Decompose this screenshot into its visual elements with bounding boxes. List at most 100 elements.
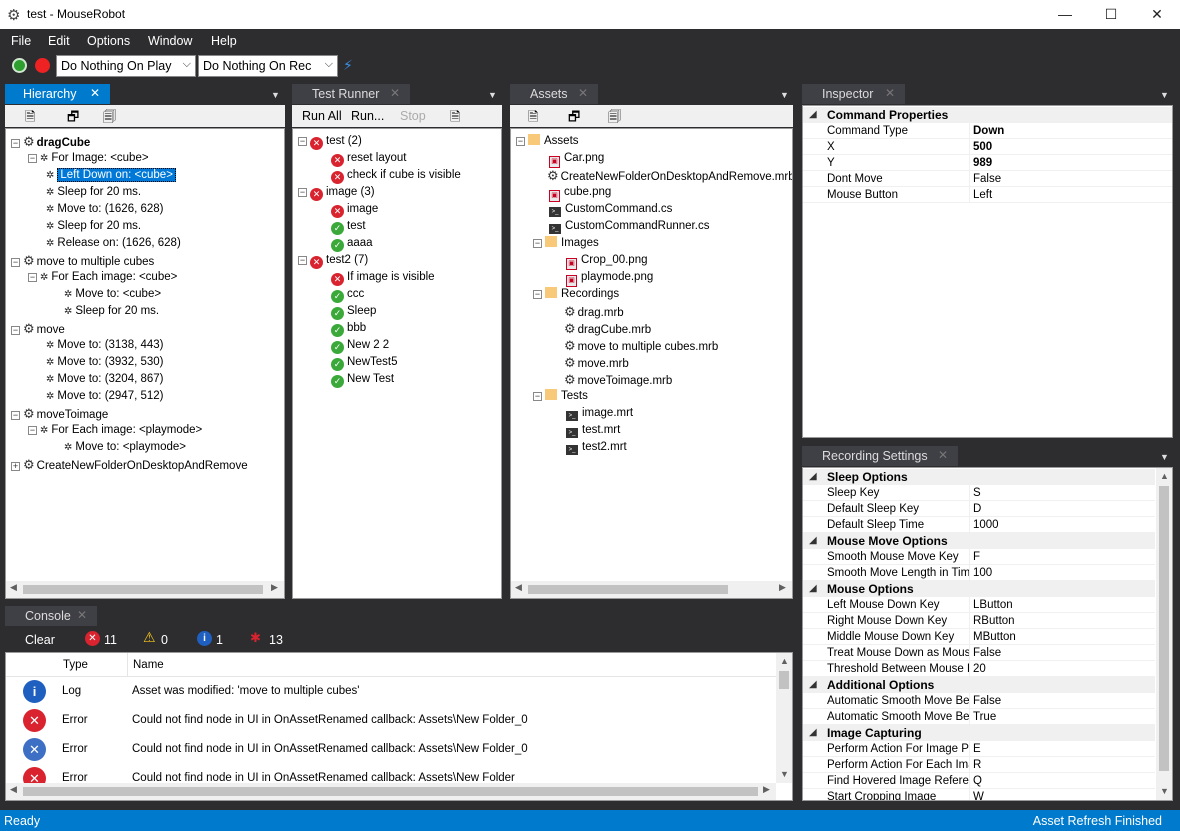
scroll-right-icon[interactable]: ▶ (763, 784, 770, 795)
panel-menu-icon[interactable]: ▼ (780, 90, 789, 100)
collapse-icon[interactable]: ◢ (809, 469, 817, 485)
scroll-down-icon[interactable]: ▼ (780, 769, 789, 779)
clear-button[interactable]: Clear (25, 633, 55, 647)
info-filter-icon[interactable]: i (197, 631, 212, 646)
collapse-icon[interactable]: − (298, 188, 307, 197)
collapse-icon[interactable]: − (516, 137, 525, 146)
close-icon[interactable]: ✕ (77, 608, 87, 622)
collapse-icon[interactable]: − (298, 256, 307, 265)
asset-folder[interactable]: − Assets (516, 133, 579, 150)
scroll-right-icon[interactable]: ▶ (271, 582, 278, 593)
tree-node-command[interactable]: ✲ Move to: (2947, 512) (46, 388, 164, 405)
property-value[interactable]: D (969, 501, 1155, 517)
tab-test-runner[interactable]: Test Runner ✕ (292, 84, 410, 104)
collapse-icon[interactable]: ◢ (809, 725, 817, 741)
tab-hierarchy[interactable]: Hierarchy ✕ (5, 84, 110, 104)
tree-node-command[interactable]: − ✲ For Each image: <cube> (28, 269, 177, 286)
copy-icon[interactable]: 🗐 (608, 108, 621, 130)
close-icon[interactable]: ✕ (390, 86, 400, 100)
collapse-icon[interactable]: − (28, 154, 37, 163)
property-value[interactable]: 989 (969, 155, 1172, 171)
property-category[interactable]: ◢ Image Capturing (803, 725, 1155, 741)
test-node[interactable]: ✕ image (331, 201, 378, 218)
test-node[interactable]: ✓ test (331, 218, 366, 235)
tree-node-command[interactable]: ✲ Sleep for 20 ms. (64, 303, 159, 320)
property-value[interactable]: 500 (969, 139, 1172, 155)
minimize-button[interactable]: — (1042, 0, 1088, 29)
property-value[interactable]: Q (969, 773, 1155, 789)
tree-node-command[interactable]: ✲ Release on: (1626, 628) (46, 235, 181, 252)
asset-file[interactable]: >_ test.mrt (566, 422, 620, 439)
tree-node-command[interactable]: ✲ Move to: (3932, 530) (46, 354, 164, 371)
console-row[interactable]: ✕ Error Could not find node in UI in OnA… (6, 706, 776, 735)
property-category[interactable]: ◢ Command Properties (803, 107, 1172, 123)
asset-file[interactable]: >_ CustomCommand.cs (549, 201, 672, 218)
asset-file[interactable]: ⚙ move to multiple cubes.mrb (564, 337, 718, 354)
scroll-left-icon[interactable]: ◀ (515, 582, 522, 593)
property-category[interactable]: ◢ Additional Options (803, 677, 1155, 693)
column-divider[interactable] (127, 653, 128, 677)
col-type-header[interactable]: Type (63, 659, 88, 671)
collapse-icon[interactable]: − (28, 426, 37, 435)
property-value[interactable]: 1000 (969, 517, 1155, 533)
property-value[interactable]: False (969, 645, 1155, 661)
asset-file[interactable]: >_ test2.mrt (566, 439, 627, 456)
duplicate-icon[interactable]: 🗗 (568, 108, 580, 130)
property-value[interactable]: MButton (969, 629, 1155, 645)
console-row[interactable]: ✕ Error Could not find node in UI in OnA… (6, 764, 776, 784)
collapse-icon[interactable]: ◢ (809, 533, 817, 549)
test-node[interactable]: − ✕ image (3) (298, 184, 375, 201)
new-asset-icon[interactable]: 🗎 (528, 108, 538, 130)
bug-filter-icon[interactable]: ✱ (250, 630, 261, 646)
property-value[interactable]: W (969, 789, 1155, 800)
play-mode-select[interactable]: Do Nothing On Play ⌵ (56, 55, 196, 77)
scroll-thumb[interactable] (779, 671, 789, 689)
panel-menu-icon[interactable]: ▼ (1160, 90, 1169, 100)
expand-icon[interactable]: + (11, 462, 20, 471)
play-button[interactable] (12, 58, 27, 73)
property-value[interactable]: E (969, 741, 1155, 757)
asset-file[interactable]: ⚙ move.mrb (564, 354, 629, 371)
property-category[interactable]: ◢ Mouse Options (803, 581, 1155, 597)
maximize-button[interactable]: ☐ (1088, 0, 1134, 29)
tree-node-command-selected[interactable]: ✲ Left Down on: <cube> (46, 167, 176, 184)
new-script-icon[interactable]: 🗎 (25, 108, 35, 130)
scroll-left-icon[interactable]: ◀ (10, 784, 17, 795)
asset-folder[interactable]: − Tests (533, 388, 588, 405)
test-node[interactable]: ✕ check if cube is visible (331, 167, 461, 184)
asset-file[interactable]: ▣ Crop_00.png (566, 252, 648, 270)
test-node[interactable]: ✓ aaaa (331, 235, 373, 252)
tab-console[interactable]: Console ✕ (5, 606, 97, 626)
tree-node-command[interactable]: ✲ Move to: (1626, 628) (46, 201, 164, 218)
tab-recording-settings[interactable]: Recording Settings ✕ (802, 446, 958, 466)
test-node[interactable]: ✓ Sleep (331, 303, 376, 320)
collapse-icon[interactable]: − (533, 392, 542, 401)
tree-node-command[interactable]: ✲ Move to: (3138, 443) (46, 337, 164, 354)
menu-edit[interactable]: Edit (48, 34, 70, 48)
copy-icon[interactable]: 🗐 (103, 108, 116, 130)
test-node[interactable]: ✓ ccc (331, 286, 364, 303)
property-category[interactable]: ◢ Sleep Options (803, 469, 1155, 485)
panel-menu-icon[interactable]: ▼ (488, 90, 497, 100)
collapse-icon[interactable]: − (11, 139, 20, 148)
collapse-icon[interactable]: − (533, 239, 542, 248)
collapse-icon[interactable]: ◢ (809, 581, 817, 597)
test-node[interactable]: ✕ If image is visible (331, 269, 435, 286)
test-node[interactable]: − ✕ test (2) (298, 133, 362, 150)
collapse-icon[interactable]: − (533, 290, 542, 299)
run-all-button[interactable]: Run All (302, 109, 342, 123)
tree-node-command[interactable]: − ✲ For Each image: <playmode> (28, 422, 202, 439)
new-test-icon[interactable]: 🗎 (450, 108, 460, 130)
asset-file[interactable]: ⚙ moveToimage.mrb (564, 371, 672, 388)
scroll-thumb[interactable] (23, 585, 263, 594)
col-name-header[interactable]: Name (133, 659, 164, 671)
warning-filter-icon[interactable]: ⚠ (143, 629, 156, 646)
settings-vscrollbar[interactable]: ▲ ▼ (1156, 468, 1172, 800)
collapse-icon[interactable]: − (11, 326, 20, 335)
tree-node-command[interactable]: ✲ Sleep for 20 ms. (46, 218, 141, 235)
error-filter-icon[interactable]: ✕ (85, 631, 100, 646)
property-value[interactable]: RButton (969, 613, 1155, 629)
scroll-up-icon[interactable]: ▲ (1160, 471, 1169, 481)
asset-file[interactable]: ⚙ CreateNewFolderOnDesktopAndRemove.mrb (547, 167, 792, 184)
console-vscrollbar[interactable]: ▲ ▼ (776, 653, 792, 783)
